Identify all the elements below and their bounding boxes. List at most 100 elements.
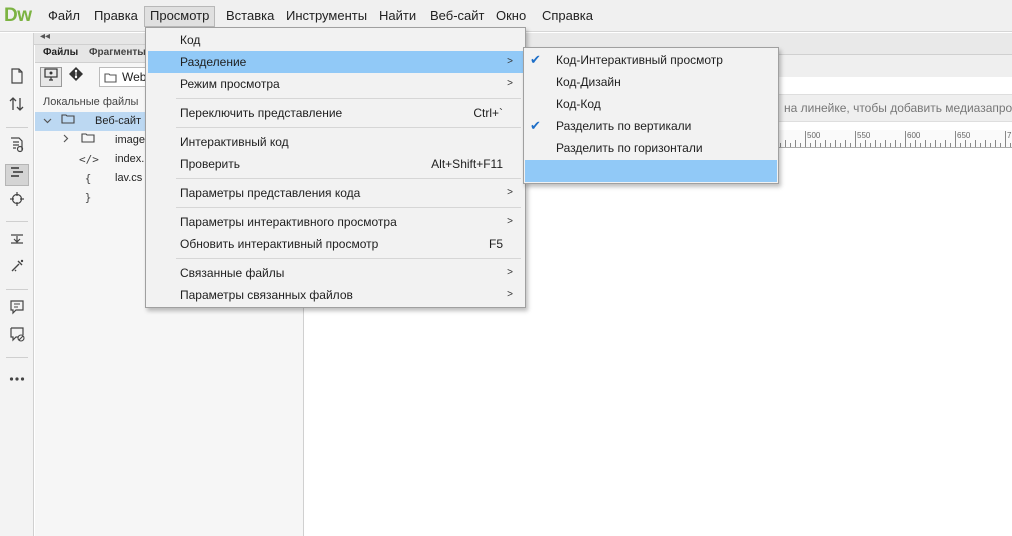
folder-icon — [59, 112, 77, 131]
ruler-tick — [900, 143, 901, 147]
ruler-tick — [990, 143, 991, 147]
ruler-label: 7 — [1007, 131, 1012, 140]
tree-item-label: Веб-сайт — [95, 115, 142, 127]
wrap-tag-icon[interactable] — [5, 258, 29, 280]
menu-item-view-mode[interactable]: Режим просмотра > — [148, 73, 523, 95]
submenu-item-code-live[interactable]: ✔ Код-Интерактивный просмотр — [525, 49, 777, 71]
ruler-label: 500 — [807, 131, 821, 140]
chevron-down-icon[interactable] — [40, 112, 54, 131]
submenu-item-split-vertical[interactable]: ✔ Разделить по вертикали — [525, 115, 777, 137]
ruler-tick — [935, 140, 936, 147]
menu-item-live-code[interactable]: Интерактивный код — [148, 131, 523, 153]
file-management-icon[interactable] — [5, 137, 29, 159]
ruler-tick — [845, 140, 846, 147]
ruler-tick — [820, 143, 821, 147]
ruler-tick — [1010, 143, 1011, 147]
menu-item-split[interactable]: Разделение > — [148, 51, 523, 73]
menu-find[interactable]: Найти — [374, 7, 421, 27]
menu-file[interactable]: Файл — [43, 7, 85, 27]
menu-edit[interactable]: Правка — [89, 7, 143, 27]
menu-item-label: Интерактивный код — [180, 135, 289, 149]
git-icon[interactable] — [65, 67, 87, 87]
submenu-item-label: Код-Интерактивный просмотр — [556, 53, 723, 67]
ruler-tick — [995, 140, 996, 147]
submenu-item-label: Код-Дизайн — [556, 75, 621, 89]
ruler-tick — [985, 140, 986, 147]
ruler-label: 650 — [957, 131, 971, 140]
ruler-tick — [905, 131, 906, 147]
ruler-tick — [805, 131, 806, 147]
ruler-tick — [940, 143, 941, 147]
site-setup-icon[interactable] — [40, 67, 62, 87]
submenu-arrow-icon: > — [507, 289, 513, 300]
menu-item-inspect[interactable]: Проверить Alt+Shift+F11 — [148, 153, 523, 175]
ruler-tick — [890, 143, 891, 147]
sort-arrows-icon[interactable] — [5, 96, 29, 118]
menu-item-related-files[interactable]: Связанные файлы > — [148, 262, 523, 284]
ruler-tick — [980, 143, 981, 147]
menu-site[interactable]: Веб-сайт — [425, 7, 489, 27]
menu-item-shortcut: Ctrl+` — [473, 106, 503, 120]
view-menu-dropdown: Код Разделение > Режим просмотра > Перек… — [145, 27, 526, 308]
menu-item-label: Параметры связанных файлов — [180, 288, 353, 302]
ruler-tick — [910, 143, 911, 147]
ruler-tick — [825, 140, 826, 147]
submenu-item-highlighted[interactable] — [525, 160, 777, 182]
menu-item-switch-view[interactable]: Переключить представление Ctrl+` — [148, 102, 523, 124]
menu-item-live-view-options[interactable]: Параметры интерактивного просмотра > — [148, 211, 523, 233]
tree-item-label: index. — [115, 153, 145, 165]
target-icon[interactable] — [5, 191, 29, 213]
submenu-arrow-icon: > — [507, 216, 513, 227]
comment-icon[interactable] — [5, 299, 29, 321]
menu-view[interactable]: Просмотр — [144, 6, 216, 27]
left-toolbar — [0, 33, 34, 536]
ruler-tick — [870, 143, 871, 147]
submenu-item-split-horizontal[interactable]: Разделить по горизонтали — [525, 137, 777, 159]
menu-item-label: Переключить представление — [180, 106, 343, 120]
collapse-arrows-icon[interactable]: ◂◂ — [40, 31, 50, 42]
menu-item-shortcut: F5 — [488, 237, 503, 251]
menu-help[interactable]: Справка — [537, 7, 598, 27]
folder-icon — [104, 68, 117, 89]
submenu-arrow-icon: > — [507, 56, 513, 67]
more-options-icon[interactable] — [5, 367, 29, 389]
ruler-tick — [790, 143, 791, 147]
remove-comment-icon[interactable] — [5, 326, 29, 348]
ruler-tick — [960, 143, 961, 147]
ruler-tick — [855, 131, 856, 147]
menu-item-refresh-live-view[interactable]: Обновить интерактивный просмотр F5 — [148, 233, 523, 255]
ruler-tick — [895, 140, 896, 147]
code-file-icon: </> — [79, 153, 99, 166]
ruler-tick — [785, 140, 786, 147]
folder-icon — [79, 131, 97, 150]
menu-tools[interactable]: Инструменты — [281, 7, 372, 27]
menu-item-related-files-options[interactable]: Параметры связанных файлов > — [148, 284, 523, 306]
menu-item-label: Обновить интерактивный просмотр — [180, 237, 379, 251]
menu-item-code-view-options[interactable]: Параметры представления кода > — [148, 182, 523, 204]
menu-item-shortcut: Alt+Shift+F11 — [431, 157, 503, 171]
split-submenu: ✔ Код-Интерактивный просмотр Код-Дизайн … — [523, 47, 779, 184]
menu-item-label: Режим просмотра — [180, 77, 280, 91]
menu-insert[interactable]: Вставка — [221, 7, 279, 27]
ruler-tick — [955, 131, 956, 147]
submenu-arrow-icon: > — [507, 267, 513, 278]
menu-window[interactable]: Окно — [491, 7, 531, 27]
checkmark-icon: ✔ — [530, 52, 541, 67]
tab-snippets[interactable]: Фрагменты — [89, 47, 146, 58]
ruler-tick — [915, 140, 916, 147]
code-format-icon[interactable] — [5, 164, 29, 186]
chevron-right-icon[interactable] — [59, 131, 73, 150]
ruler-tick — [975, 140, 976, 147]
menu-item-label: Разделение — [180, 55, 247, 69]
menu-item-code[interactable]: Код — [148, 29, 523, 51]
submenu-item-code-code[interactable]: Код-Код — [525, 93, 777, 115]
menu-item-label: Параметры представления кода — [180, 186, 361, 200]
ruler-tick — [1005, 131, 1006, 147]
ruler-tick — [950, 143, 951, 147]
ruler-tick — [925, 140, 926, 147]
menu-item-label: Параметры интерактивного просмотра — [180, 215, 397, 229]
open-document-icon[interactable] — [5, 68, 29, 90]
tab-files[interactable]: Файлы — [43, 47, 78, 58]
expand-collapse-icon[interactable] — [5, 231, 29, 253]
submenu-item-code-design[interactable]: Код-Дизайн — [525, 71, 777, 93]
